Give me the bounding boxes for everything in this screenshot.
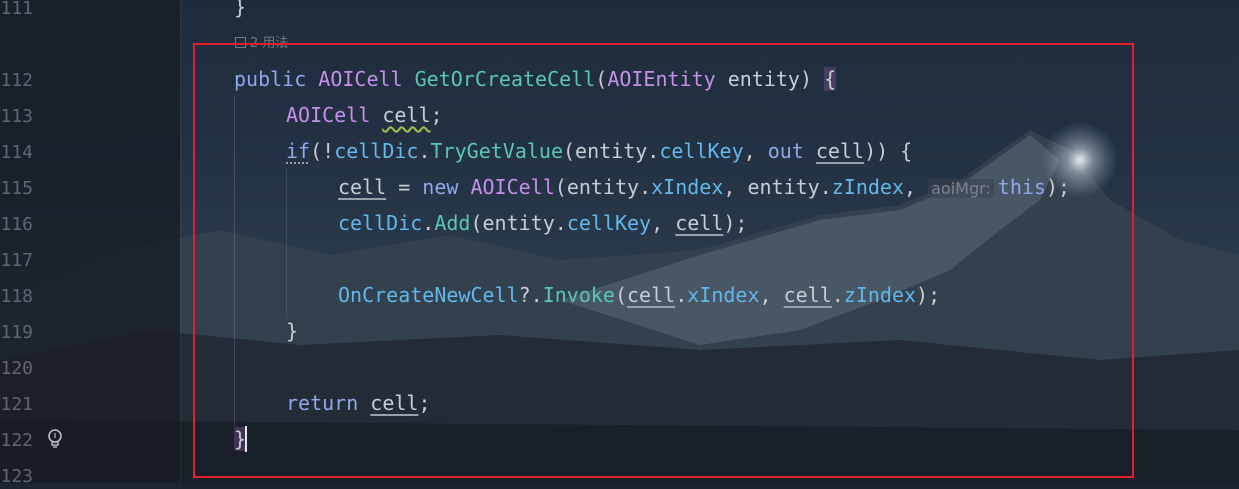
gutter-divider — [180, 0, 181, 483]
line-number: 118 — [0, 286, 33, 307]
code-line-111: } — [234, 0, 247, 19]
line-number: 120 — [0, 358, 33, 379]
line-number: 122 — [0, 430, 33, 451]
line-number: 113 — [0, 106, 33, 127]
line-number: 121 — [0, 394, 33, 415]
line-number: 114 — [0, 142, 33, 163]
highlight-rectangle — [193, 43, 1134, 478]
line-number: 115 — [0, 178, 33, 199]
line-number: 116 — [0, 214, 33, 235]
line-number: 117 — [0, 250, 33, 271]
line-number: 123 — [0, 466, 33, 487]
line-number: 112 — [0, 70, 33, 91]
line-number: 119 — [0, 322, 33, 343]
line-number: 111 — [0, 0, 33, 19]
lightbulb-icon[interactable] — [46, 428, 64, 450]
